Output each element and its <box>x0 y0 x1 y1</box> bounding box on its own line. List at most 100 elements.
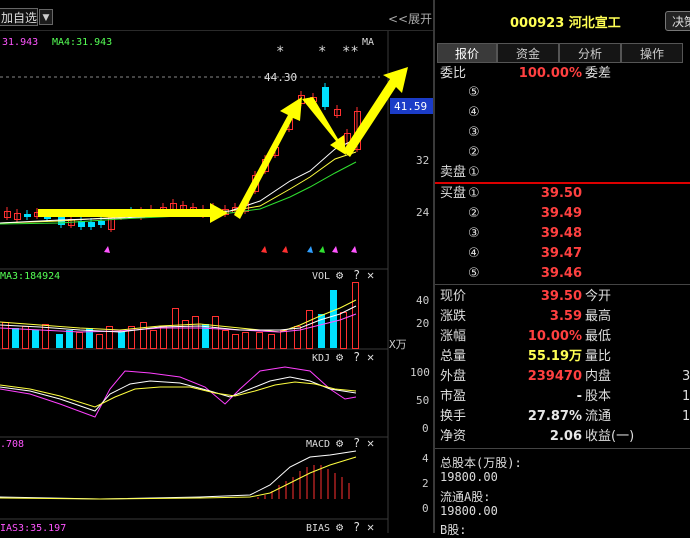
stat-label: 换手 <box>440 409 467 424</box>
price-panel[interactable]: * * ** MA 44.30 :31.943 MA4:31.943 41.59… <box>0 31 434 533</box>
stat-label-2: 流通 <box>585 409 612 424</box>
buy-price: 39.49 <box>540 206 582 221</box>
ma-tag: MA <box>362 37 374 48</box>
stat-label-2: 今开 <box>585 289 612 304</box>
weibi-value: 100.00% <box>518 66 582 81</box>
stat-label: 外盘 <box>440 369 467 384</box>
vol-unit: X万 <box>389 338 407 351</box>
y-tick: 24 <box>416 206 430 219</box>
bias-panel[interactable]: IAS3:35.197 BIAS ⚙ ? ✕ <box>0 520 374 533</box>
buy-row: ③ 39.48 <box>435 224 690 244</box>
volume-bar <box>118 332 125 348</box>
total-shares-value: 19800.00 <box>440 470 498 484</box>
stat-row: 市盈 - 股本 1 <box>435 387 690 407</box>
volume-bar <box>42 324 49 349</box>
weibi-row: 委比 100.00% 委差 <box>435 64 690 84</box>
chart-area[interactable]: * * ** MA 44.30 :31.943 MA4:31.943 41.59… <box>0 31 434 533</box>
annotation-arrows <box>38 67 408 223</box>
float-a-label: 流通A股: <box>440 490 491 504</box>
gear-icon[interactable]: ⚙ <box>336 350 344 364</box>
vol-y-tick: 20 <box>416 317 429 330</box>
volume-bar <box>222 330 229 349</box>
volume-bar <box>232 334 239 349</box>
weicha-label: 委差 <box>585 66 612 81</box>
stat-row: 换手 27.87% 流通 1 <box>435 407 690 427</box>
stat-label-2: 最低 <box>585 329 612 344</box>
star-mark: ** <box>342 44 359 60</box>
stat-value-2: 1 <box>682 409 690 424</box>
stat-label: 涨跌 <box>440 309 467 324</box>
stat-row: 现价 39.50 今开 <box>435 287 690 307</box>
volume-bar <box>66 330 73 348</box>
stat-value: 55.19万 <box>527 349 582 364</box>
volume-bar <box>212 316 219 349</box>
candle <box>88 222 95 227</box>
stat-label: 现价 <box>440 289 467 304</box>
section-separator <box>435 448 690 449</box>
stat-label: 市盈 <box>440 389 467 404</box>
help-icon[interactable]: ? <box>353 520 360 533</box>
add-favorite-button[interactable]: 加自选 <box>0 8 38 26</box>
close-icon[interactable]: ✕ <box>367 520 374 533</box>
candle <box>322 87 329 107</box>
stat-value: 3.59 <box>549 309 582 324</box>
current-price-label: 41.59 <box>394 100 427 113</box>
close-icon[interactable]: ✕ <box>367 436 374 450</box>
gear-icon[interactable]: ⚙ <box>336 268 344 282</box>
volume-bar <box>192 316 199 349</box>
total-shares-label: 总股本(万股): <box>440 456 522 470</box>
tab-analysis[interactable]: 分析 <box>559 43 621 63</box>
peak-price-label: 44.30 <box>264 71 297 84</box>
vol-ma-label: MA3:184924 <box>0 271 60 282</box>
stat-label-2: 量比 <box>585 349 612 364</box>
volume-bar <box>150 330 157 349</box>
help-icon[interactable]: ? <box>353 350 360 364</box>
macd-panel[interactable]: .708 MACD ⚙ ? ✕ 4 2 0 <box>0 436 429 520</box>
gear-icon[interactable]: ⚙ <box>336 436 344 450</box>
vol-panel-name: VOL <box>312 271 330 282</box>
volume-panel[interactable]: MA3:184924 VOL ⚙ ? ✕ 40 20 X万 <box>0 268 429 351</box>
volume-bar <box>242 332 249 349</box>
kdj-y-tick: 100 <box>410 366 430 379</box>
volume-bar <box>140 322 147 349</box>
quote-panel: 000923 河北宣工 决策 报价 资金 分析 操作 委比 100.00% 委差… <box>435 0 690 537</box>
buy-row: 买盘 ① 39.50 <box>435 184 690 204</box>
help-icon[interactable]: ? <box>353 436 360 450</box>
tab-operation[interactable]: 操作 <box>621 43 683 63</box>
help-icon[interactable]: ? <box>353 268 360 282</box>
sell-label: 卖盘 <box>440 165 467 180</box>
expand-button[interactable]: <<展开 <box>388 10 432 27</box>
buy-price: 39.48 <box>540 226 582 241</box>
decision-button[interactable]: 决策 <box>665 11 690 31</box>
star-mark: * <box>276 44 284 60</box>
close-icon[interactable]: ✕ <box>367 350 374 364</box>
volume-bar <box>2 322 9 349</box>
volume-bar <box>76 332 83 349</box>
close-icon[interactable]: ✕ <box>367 268 374 282</box>
buy-level: ① <box>468 186 480 201</box>
stat-row: 涨跌 3.59 最高 <box>435 307 690 327</box>
stat-label-2: 收益(一) <box>585 429 635 444</box>
sell-row: ⑤ <box>435 83 690 103</box>
sell-level: ④ <box>468 105 480 120</box>
stat-value: 2.06 <box>549 429 582 444</box>
volume-bar <box>202 324 209 348</box>
stat-value: 239470 <box>527 369 582 384</box>
signal-markers <box>104 246 357 253</box>
stat-value: 39.50 <box>540 289 582 304</box>
stat-value-2: 1 <box>682 389 690 404</box>
sell-row: ③ <box>435 123 690 143</box>
tab-funds[interactable]: 资金 <box>497 43 559 63</box>
candle <box>98 221 105 225</box>
stat-value: 10.00% <box>527 329 582 344</box>
kdj-panel[interactable]: KDJ ⚙ ? ✕ 100 50 0 <box>0 350 430 438</box>
chevron-down-icon[interactable]: ▼ <box>39 9 53 25</box>
buy-label: 买盘 <box>440 186 467 201</box>
buy-level: ⑤ <box>468 266 480 281</box>
tab-quote[interactable]: 报价 <box>437 43 497 63</box>
vol-y-tick: 40 <box>416 294 429 307</box>
volume-bar <box>12 328 19 348</box>
sell-row: ② <box>435 143 690 163</box>
stat-label: 净资 <box>440 429 467 444</box>
gear-icon[interactable]: ⚙ <box>336 520 344 533</box>
